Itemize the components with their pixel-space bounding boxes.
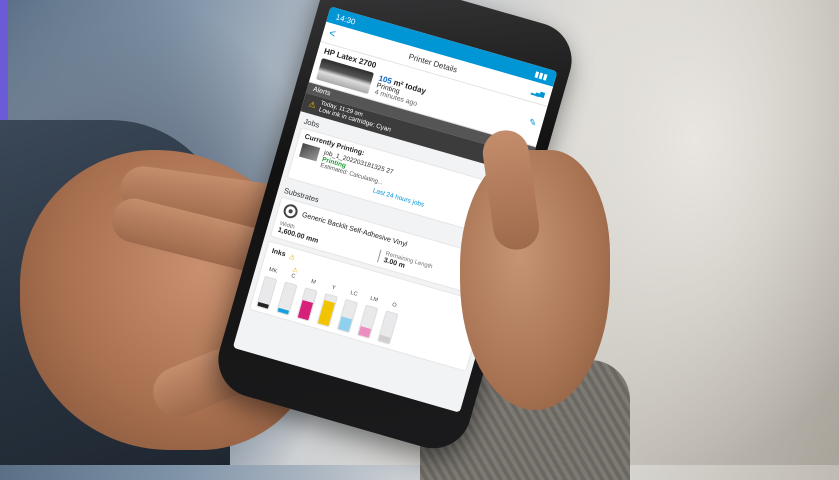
- ink-tank-body: [336, 298, 359, 334]
- ink-label: C: [290, 273, 296, 280]
- status-time: 14:30: [334, 11, 357, 27]
- ink-label: Y: [330, 284, 337, 292]
- ink-warning-icon: [314, 273, 316, 280]
- ink-warning-icon: [355, 284, 357, 291]
- ink-tank-body: [356, 304, 379, 339]
- ink-tank-body: [296, 287, 318, 322]
- ink-level-fill: [378, 334, 391, 344]
- ink-level-fill: [277, 308, 290, 315]
- warning-icon: ⚠: [307, 99, 318, 110]
- ink-level-fill: [257, 301, 270, 309]
- pencil-icon[interactable]: ✎: [527, 117, 538, 130]
- job-thumbnail: [299, 143, 321, 162]
- substrate-roll-icon: [281, 202, 300, 220]
- purple-accent-bar: [0, 0, 8, 140]
- ink-warning-icon: [334, 278, 336, 285]
- battery-icon: ▮▮▮: [533, 68, 549, 82]
- ink-tank-body: [256, 275, 278, 311]
- ink-warning-icon: [395, 296, 397, 303]
- ink-label: M: [310, 278, 317, 286]
- right-hand: [460, 150, 610, 410]
- ink-warning-icon: [274, 261, 276, 268]
- ink-label: O: [391, 301, 398, 309]
- ink-tank-body: [377, 310, 399, 345]
- ink-tank-body: [276, 281, 298, 316]
- warning-icon: ⚠: [288, 253, 297, 262]
- ink-label: LM: [369, 295, 379, 304]
- ink-warning-icon: [375, 290, 377, 297]
- ink-tank-o[interactable]: O: [377, 294, 403, 345]
- ink-level-fill: [338, 315, 353, 332]
- ink-level-fill: [358, 326, 372, 338]
- ink-level-fill: [317, 300, 336, 327]
- ink-tank-body: [316, 293, 338, 328]
- inks-header: Inks: [270, 247, 287, 259]
- ink-label: LC: [349, 290, 358, 298]
- ink-level-fill: [297, 300, 314, 321]
- ink-label: MK: [268, 266, 278, 275]
- signal-icon: ▂▄▆: [530, 88, 546, 99]
